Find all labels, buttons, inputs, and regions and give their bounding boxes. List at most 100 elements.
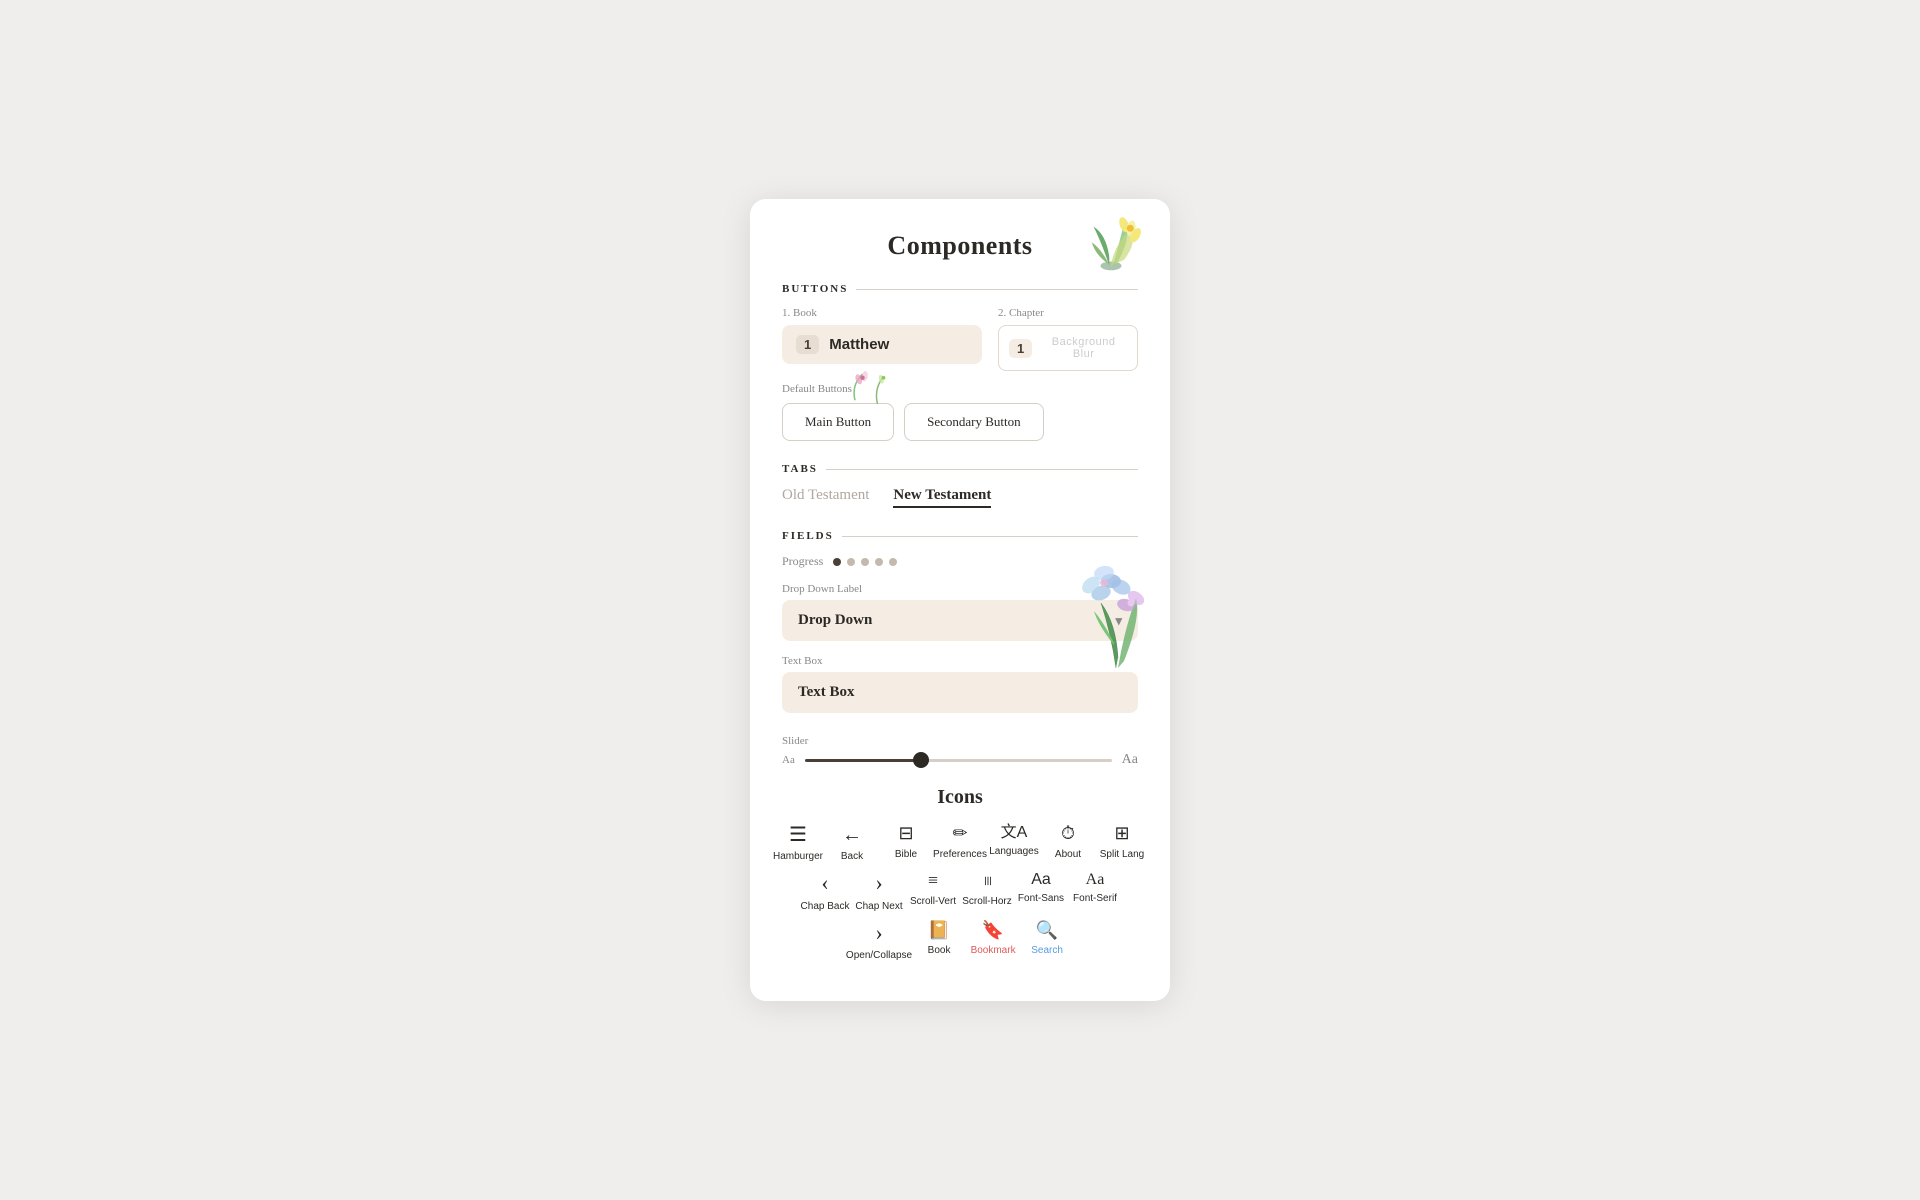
main-button[interactable]: Main Button bbox=[782, 403, 894, 441]
book-chapter-row: 1. Book 1 Matthew 2. Chapter 1 Backgroun… bbox=[782, 307, 1138, 371]
bookmark-label: Bookmark bbox=[971, 945, 1016, 956]
preferences-icon: ✏ bbox=[952, 823, 967, 845]
about-label: About bbox=[1055, 849, 1081, 860]
book-button[interactable]: 1 Matthew bbox=[782, 325, 982, 364]
search-label: Search bbox=[1031, 945, 1063, 956]
slider-row: Aa Aa bbox=[782, 752, 1138, 768]
font-serif-icon-item[interactable]: Aa Font-Serif bbox=[1068, 870, 1122, 911]
chap-back-icon-item[interactable]: ‹ Chap Back bbox=[798, 870, 852, 911]
progress-dot-5 bbox=[889, 558, 897, 566]
hamburger-icon-item[interactable]: ☰ Hamburger bbox=[771, 823, 825, 862]
bible-label: Bible bbox=[895, 849, 917, 860]
chap-next-icon-item[interactable]: › Chap Next bbox=[852, 870, 906, 911]
chap-next-label: Chap Next bbox=[855, 901, 902, 912]
icons-row-2: ‹ Chap Back › Chap Next ≡ Scroll-Vert ≡ … bbox=[782, 870, 1138, 911]
about-icon: ⏱ bbox=[1061, 823, 1075, 845]
preferences-icon-item[interactable]: ✏ Preferences bbox=[933, 823, 987, 862]
tabs-row: Old Testament New Testament bbox=[782, 487, 1138, 508]
hamburger-icon: ☰ bbox=[789, 823, 807, 847]
split-lang-icon: ⊞ bbox=[1114, 823, 1129, 845]
chapter-blur-text: Background Blur bbox=[1040, 336, 1127, 360]
chap-back-icon: ‹ bbox=[821, 870, 828, 896]
open-collapse-label: Open/Collapse bbox=[846, 950, 912, 961]
slider-track[interactable] bbox=[805, 759, 1112, 762]
book-col-label: 1. Book bbox=[782, 307, 982, 319]
book-column: 1. Book 1 Matthew bbox=[782, 307, 982, 364]
slider-thumb[interactable] bbox=[913, 752, 929, 768]
progress-dot-3 bbox=[861, 558, 869, 566]
book-icon-item[interactable]: 📔 Book bbox=[912, 920, 966, 961]
chap-next-icon: › bbox=[875, 870, 882, 896]
slider-label: Slider bbox=[782, 735, 1138, 747]
font-serif-label: Font-Serif bbox=[1073, 893, 1117, 904]
fields-section-header: FIELDS bbox=[782, 530, 1138, 542]
search-icon: 🔍 bbox=[1036, 920, 1058, 942]
progress-row: Progress bbox=[782, 554, 1138, 569]
font-sans-label: Font-Sans bbox=[1018, 893, 1064, 904]
slider-large-label: Aa bbox=[1122, 752, 1138, 768]
font-sans-icon: Aa bbox=[1031, 870, 1051, 889]
tabs-label: TABS bbox=[782, 463, 818, 475]
bookmark-icon-item[interactable]: 🔖 Bookmark bbox=[966, 920, 1020, 961]
bookmark-icon: 🔖 bbox=[982, 920, 1004, 942]
buttons-label: BUTTONS bbox=[782, 283, 848, 295]
chapter-button[interactable]: 1 Background Blur bbox=[998, 325, 1138, 371]
book-number: 1 bbox=[796, 335, 819, 354]
chapter-column: 2. Chapter 1 Background Blur bbox=[998, 307, 1138, 371]
default-buttons-row: Main Button Secondary Button bbox=[782, 403, 1138, 441]
about-icon-item[interactable]: ⏱ About bbox=[1041, 823, 1095, 862]
progress-dot-4 bbox=[875, 558, 883, 566]
split-lang-label: Split Lang bbox=[1100, 849, 1144, 860]
bible-icon-item[interactable]: ⊟ Bible bbox=[879, 823, 933, 862]
open-collapse-icon-item[interactable]: › Open/Collapse bbox=[846, 920, 912, 961]
back-icon: ← bbox=[842, 823, 862, 847]
dropdown-chevron-icon: ▾ bbox=[1115, 613, 1122, 629]
page-title: Components bbox=[782, 231, 1138, 261]
chapter-col-label: 2. Chapter bbox=[998, 307, 1138, 319]
bible-icon: ⊟ bbox=[898, 823, 913, 845]
scroll-horz-icon: ≡ bbox=[976, 876, 998, 886]
progress-label: Progress bbox=[782, 554, 823, 569]
tabs-section-header: TABS bbox=[782, 463, 1138, 475]
book-label: Book bbox=[928, 945, 951, 956]
default-buttons-label: Default Buttons bbox=[782, 383, 1138, 395]
dropdown-button[interactable]: Drop Down ▾ bbox=[782, 600, 1138, 641]
languages-icon-item[interactable]: 文A Languages bbox=[987, 823, 1041, 862]
progress-dot-1 bbox=[833, 558, 841, 566]
icons-row-1: ☰ Hamburger ← Back ⊟ Bible ✏ Preferences… bbox=[782, 823, 1138, 862]
buttons-section-header: BUTTONS bbox=[782, 283, 1138, 295]
scroll-vert-label: Scroll-Vert bbox=[910, 896, 956, 907]
chap-back-label: Chap Back bbox=[801, 901, 850, 912]
scroll-horz-icon-item[interactable]: ≡ Scroll-Horz bbox=[960, 870, 1014, 911]
secondary-button[interactable]: Secondary Button bbox=[904, 403, 1044, 441]
textbox-label: Text Box bbox=[782, 655, 1138, 667]
dropdown-value: Drop Down bbox=[798, 612, 872, 629]
components-card: Components BUTTONS 1. Book 1 Matthew 2. … bbox=[750, 199, 1170, 1001]
book-icon: 📔 bbox=[928, 920, 950, 942]
back-icon-item[interactable]: ← Back bbox=[825, 823, 879, 862]
preferences-label: Preferences bbox=[933, 849, 987, 860]
scroll-vert-icon-item[interactable]: ≡ Scroll-Vert bbox=[906, 870, 960, 911]
chapter-number: 1 bbox=[1009, 339, 1032, 358]
tab-new-testament[interactable]: New Testament bbox=[893, 487, 991, 508]
back-label: Back bbox=[841, 851, 863, 862]
book-name: Matthew bbox=[829, 336, 889, 353]
dropdown-label: Drop Down Label bbox=[782, 583, 1138, 595]
search-icon-item[interactable]: 🔍 Search bbox=[1020, 920, 1074, 961]
languages-label: Languages bbox=[989, 846, 1039, 857]
scroll-vert-icon: ≡ bbox=[928, 870, 938, 892]
icons-row-3: › Open/Collapse 📔 Book 🔖 Bookmark 🔍 Sear… bbox=[782, 920, 1138, 961]
font-sans-icon-item[interactable]: Aa Font-Sans bbox=[1014, 870, 1068, 911]
slider-small-label: Aa bbox=[782, 754, 795, 766]
fields-label: FIELDS bbox=[782, 530, 834, 542]
languages-icon: 文A bbox=[1001, 823, 1028, 842]
hamburger-label: Hamburger bbox=[773, 851, 823, 862]
split-lang-icon-item[interactable]: ⊞ Split Lang bbox=[1095, 823, 1149, 862]
progress-dot-2 bbox=[847, 558, 855, 566]
icons-title: Icons bbox=[782, 786, 1138, 809]
scroll-horz-label: Scroll-Horz bbox=[962, 896, 1011, 907]
open-collapse-icon: › bbox=[875, 920, 882, 946]
tab-old-testament[interactable]: Old Testament bbox=[782, 487, 869, 508]
font-serif-icon: Aa bbox=[1086, 870, 1105, 889]
textbox-input[interactable] bbox=[782, 672, 1138, 713]
